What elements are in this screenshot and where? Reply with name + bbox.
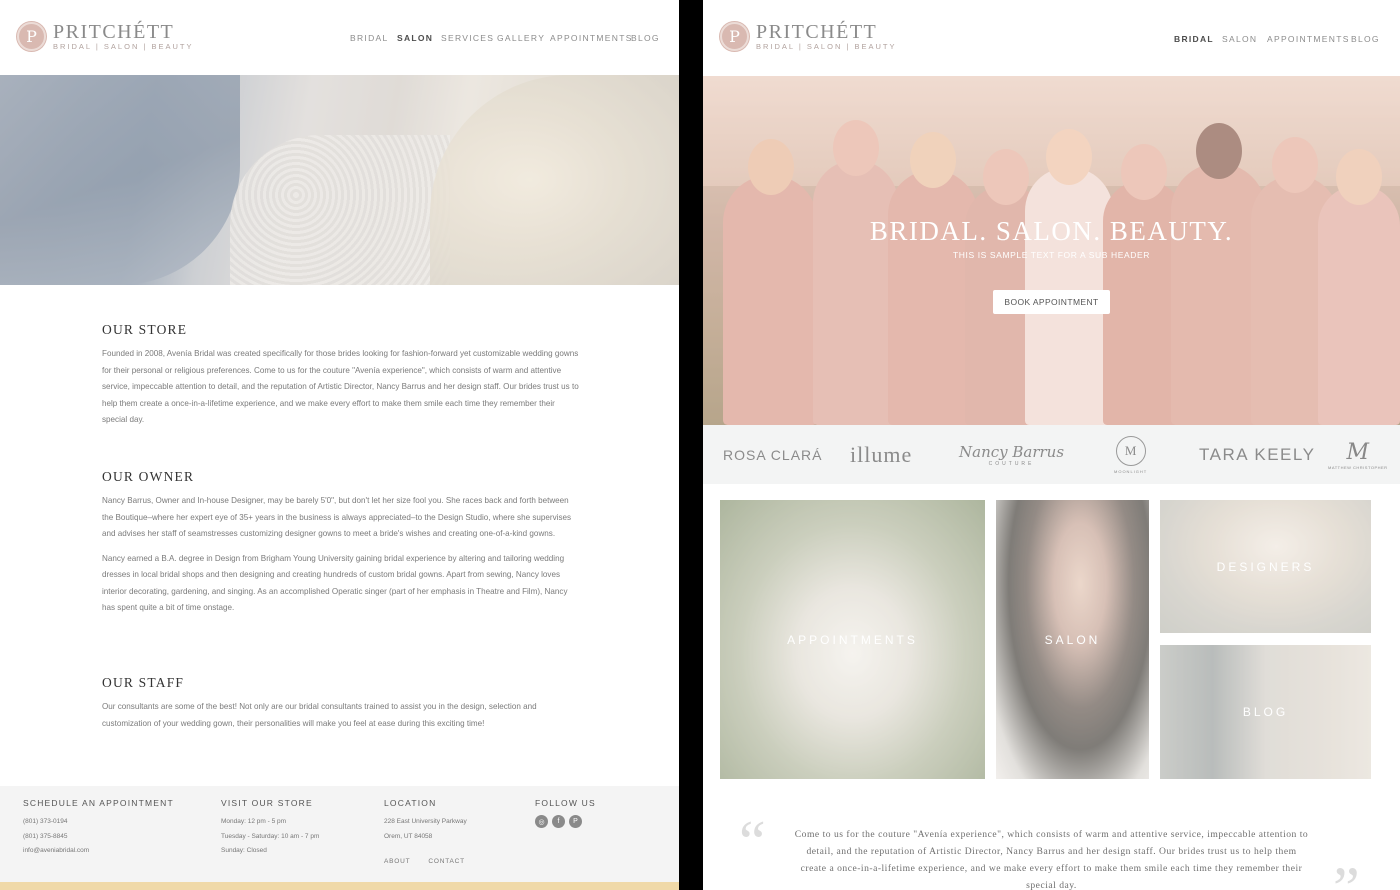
footer-schedule: SCHEDULE AN APPOINTMENT (801) 373-0194 (… <box>23 798 174 859</box>
nav-services[interactable]: SERVICES <box>441 33 494 43</box>
brand-moonlight[interactable]: M MOONLIGHT <box>1114 425 1147 484</box>
tile-salon[interactable]: SALON <box>996 500 1149 779</box>
tile-label: BLOG <box>1242 705 1289 719</box>
footer-heading: LOCATION <box>384 798 437 808</box>
brand-moon-sub: MOONLIGHT <box>1114 468 1148 474</box>
footer-heading: FOLLOW US <box>535 798 596 808</box>
section-paragraph: Nancy Barrus, Owner and In-house Designe… <box>102 496 572 538</box>
moonlight-emblem: M <box>1115 435 1146 466</box>
tile-label: DESIGNERS <box>1216 559 1315 574</box>
section-our-store: OUR STORE Founded in 2008, Avenía Bridal… <box>102 322 580 429</box>
section-paragraph: Nancy earned a B.A. degree in Design fro… <box>102 553 568 613</box>
footer-links: ABOUT CONTACT <box>384 858 465 865</box>
brand-rosa-clara[interactable]: ROSA CLARÁ <box>723 425 822 484</box>
tile-appointments[interactable]: APPOINTMENTS <box>720 500 985 779</box>
facebook-icon[interactable]: f <box>552 815 565 828</box>
nav-appointments[interactable]: APPOINTMENTS <box>1267 34 1350 44</box>
address-line: Orem, UT 84058 <box>384 832 433 840</box>
close-quote-icon: ” <box>1333 855 1360 890</box>
nav-bridal[interactable]: BRIDAL <box>350 33 389 43</box>
nav-blog[interactable]: BLOG <box>631 33 660 43</box>
bridal-home-page: P PRITCHÉTT BRIDAL | SALON | BEAUTY BRID… <box>703 0 1400 890</box>
open-quote-icon: “ <box>739 809 766 875</box>
hours-line: Monday: 12 pm - 5 pm <box>221 818 287 825</box>
footer: SCHEDULE AN APPOINTMENT (801) 373-0194 (… <box>0 786 679 882</box>
footer-heading: SCHEDULE AN APPOINTMENT <box>23 798 174 808</box>
hours-line: Tuesday - Saturday: 10 am - 7 pm <box>221 832 320 840</box>
testimonial-quote: Come to us for the couture "Avenía exper… <box>794 829 1309 890</box>
logo-mark: P <box>720 22 749 51</box>
email-link[interactable]: info@aveniabridal.com <box>23 844 174 859</box>
section-paragraph: Our consultants are some of the best! No… <box>102 702 537 728</box>
nav-salon[interactable]: SALON <box>1222 34 1257 44</box>
footer-location: LOCATION 228 East University Parkway Ore… <box>384 798 467 844</box>
footer-accent-strip <box>0 882 679 890</box>
header: P PRITCHÉTT BRIDAL | SALON | BEAUTY BRID… <box>703 0 1400 75</box>
hero-image <box>0 75 679 285</box>
logo[interactable]: P PRITCHÉTT BRIDAL | SALON | BEAUTY <box>720 22 896 51</box>
section-title: OUR STAFF <box>102 675 185 690</box>
designer-logo-strip: ROSA CLARÁ illume Nancy Barrus COUTURE M… <box>703 425 1400 484</box>
tile-label: SALON <box>1044 632 1101 647</box>
nav-gallery[interactable]: GALLERY <box>497 33 545 43</box>
pinterest-icon[interactable]: P <box>569 815 582 828</box>
footer-heading: VISIT OUR STORE <box>221 798 313 808</box>
hero-banner: BRIDAL. SALON. BEAUTY. THIS IS SAMPLE TE… <box>703 76 1400 425</box>
nav-salon[interactable]: SALON <box>397 33 433 43</box>
footer-link-about[interactable]: ABOUT <box>384 858 410 865</box>
tile-blog[interactable]: BLOG <box>1160 645 1371 779</box>
section-paragraph: Founded in 2008, Avenía Bridal was creat… <box>102 349 579 424</box>
brand-matthew-christopher[interactable]: M MATTHEW CHRISTOPHER <box>1328 425 1388 484</box>
section-our-staff: OUR STAFF Our consultants are some of th… <box>102 675 580 732</box>
brand-tara-keely[interactable]: TARA KEELY <box>1199 425 1315 484</box>
tile-designers[interactable]: DESIGNERS <box>1160 500 1371 633</box>
hours-line: Sunday: Closed <box>221 847 267 854</box>
brand-matt-sub: MATTHEW CHRISTOPHER <box>1328 464 1388 470</box>
brand-nancy-barrus[interactable]: Nancy Barrus COUTURE <box>959 425 1064 484</box>
phone-link[interactable]: (801) 375-8845 <box>23 830 174 845</box>
address-line: 228 East University Parkway <box>384 818 467 825</box>
phone-link[interactable]: (801) 373-0194 <box>23 815 174 830</box>
salon-page: P PRITCHÉTT BRIDAL | SALON | BEAUTY BRID… <box>0 0 679 890</box>
header: P PRITCHÉTT BRIDAL | SALON | BEAUTY BRID… <box>0 0 679 75</box>
logo-tagline: BRIDAL | SALON | BEAUTY <box>53 41 194 51</box>
brand-nancy-name: Nancy Barrus <box>959 442 1065 461</box>
book-appointment-button[interactable]: BOOK APPOINTMENT <box>993 290 1110 314</box>
section-our-owner: OUR OWNER Nancy Barrus, Owner and In-hou… <box>102 469 580 617</box>
logo[interactable]: P PRITCHÉTT BRIDAL | SALON | BEAUTY <box>17 22 193 51</box>
instagram-icon[interactable]: ◎ <box>535 815 548 828</box>
logo-name: PRITCHÉTT <box>53 20 175 43</box>
matthew-monogram: M <box>1346 439 1370 465</box>
hero-subtitle: THIS IS SAMPLE TEXT FOR A SUB HEADER <box>953 250 1150 260</box>
section-title: OUR OWNER <box>102 469 195 484</box>
hero-title: BRIDAL. SALON. BEAUTY. <box>869 216 1234 246</box>
section-title: OUR STORE <box>102 322 188 337</box>
nav-bridal[interactable]: BRIDAL <box>1174 34 1214 44</box>
footer-follow: FOLLOW US ◎ f P <box>535 798 596 828</box>
tile-label: APPOINTMENTS <box>787 632 918 647</box>
logo-tagline: BRIDAL | SALON | BEAUTY <box>756 41 897 51</box>
brand-illume[interactable]: illume <box>850 425 912 484</box>
nav-blog[interactable]: BLOG <box>1351 34 1380 44</box>
logo-name: PRITCHÉTT <box>756 20 878 43</box>
logo-mark: P <box>17 22 46 51</box>
brand-nancy-sub: COUTURE <box>988 460 1035 467</box>
nav-appointments[interactable]: APPOINTMENTS <box>550 33 633 43</box>
footer-hours: VISIT OUR STORE Monday: 12 pm - 5 pm Tue… <box>221 798 319 859</box>
footer-link-contact[interactable]: CONTACT <box>428 858 465 865</box>
